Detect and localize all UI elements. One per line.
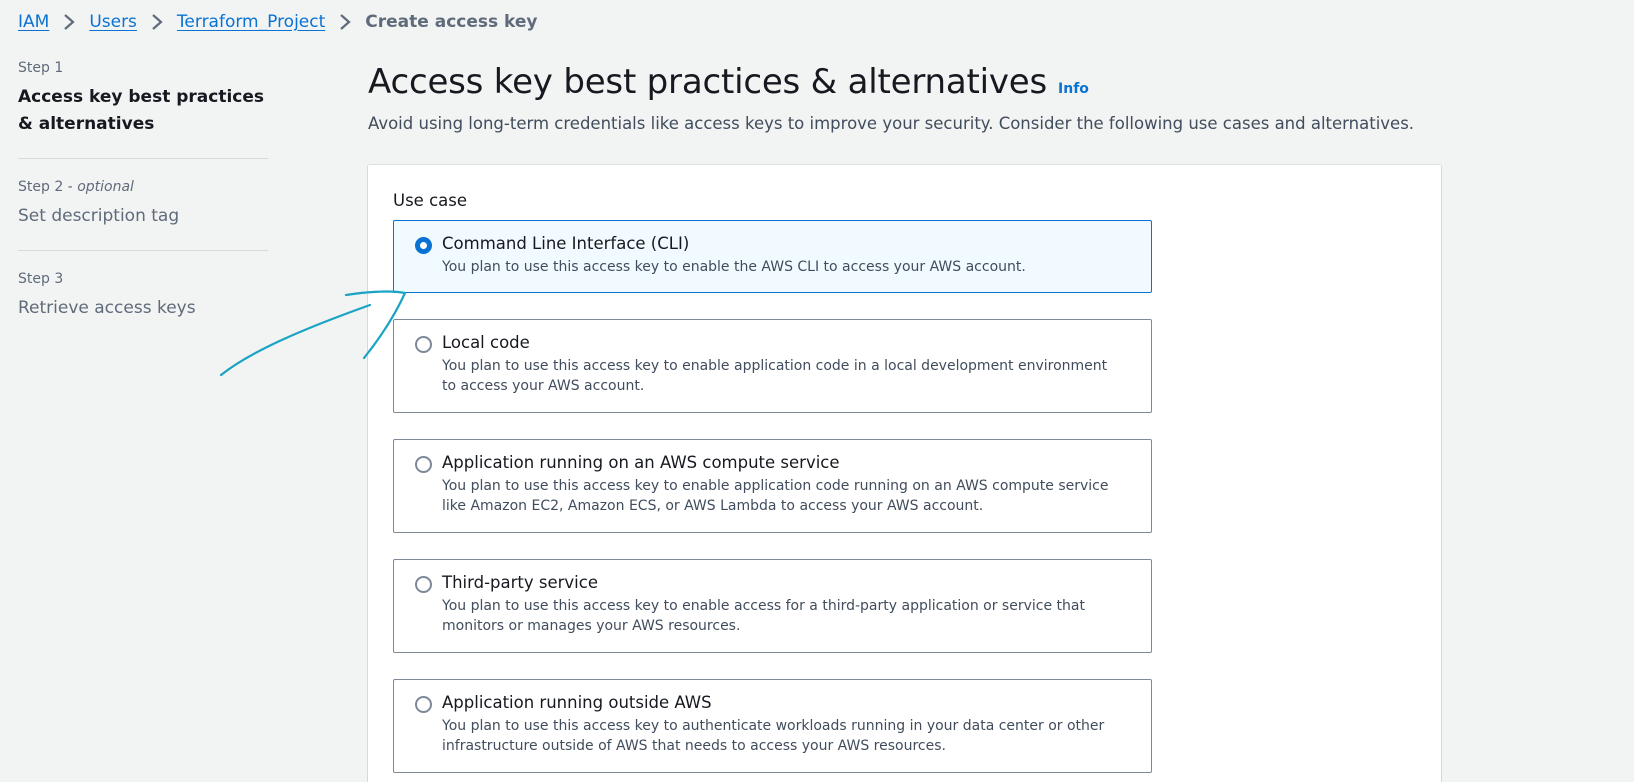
wizard-step-2[interactable]: Step 2 - optional Set description tag [18,179,268,251]
step-number: Step 2 - optional [18,179,134,195]
use-case-option-third-party[interactable]: Third-party service You plan to use this… [393,559,1152,653]
info-link[interactable]: Info [1058,81,1089,97]
step-number: Step 3 [18,271,64,287]
option-description: You plan to use this access key to enabl… [442,259,1026,275]
use-case-container: Use case Command Line Interface (CLI) Yo… [368,165,1441,782]
breadcrumb: IAM Users Terraform_Project Create acces… [18,10,538,34]
breadcrumb-users-link[interactable]: Users [89,12,137,32]
radio-button[interactable] [415,576,432,593]
option-label: Local code [442,333,530,352]
option-label: Application running outside AWS [442,693,712,712]
step-title: Access key best practices & alternatives [18,87,265,134]
option-label: Third-party service [442,573,598,592]
radio-button-selected[interactable] [415,237,432,254]
option-label: Application running on an AWS compute se… [442,453,840,472]
page-title: Access key best practices & alternatives [368,62,1048,102]
radio-button[interactable] [415,696,432,713]
option-description: You plan to use this access key to authe… [442,718,1105,754]
step-title[interactable]: Set description tag [18,203,268,230]
breadcrumb-iam-link[interactable]: IAM [18,12,49,32]
step-number: Step 1 [18,60,64,76]
breadcrumb-current: Create access key [365,12,538,32]
radio-button[interactable] [415,336,432,353]
breadcrumb-user-link[interactable]: Terraform_Project [177,12,325,32]
option-description: You plan to use this access key to enabl… [442,358,1108,394]
chevron-right-icon [137,13,177,31]
page-description: Avoid using long-term credentials like a… [368,114,1415,133]
use-case-option-cli[interactable]: Command Line Interface (CLI) You plan to… [393,220,1152,293]
optional-label: optional [77,179,134,195]
radio-button[interactable] [415,456,432,473]
chevron-right-icon [325,13,365,31]
use-case-label: Use case [393,191,468,210]
wizard-steps: Step 1 Access key best practices & alter… [18,60,268,362]
step-title[interactable]: Retrieve access keys [18,295,268,322]
use-case-option-outside-aws[interactable]: Application running outside AWS You plan… [393,679,1152,773]
use-case-option-aws-compute[interactable]: Application running on an AWS compute se… [393,439,1152,533]
create-access-key-page: IAM Users Terraform_Project Create acces… [0,0,1634,782]
page-header: Access key best practices & alternatives… [368,62,1518,133]
wizard-step-3[interactable]: Step 3 Retrieve access keys [18,271,268,342]
chevron-right-icon [49,13,89,31]
option-description: You plan to use this access key to enabl… [442,598,1085,634]
use-case-option-local-code[interactable]: Local code You plan to use this access k… [393,319,1152,413]
option-label: Command Line Interface (CLI) [442,234,690,253]
option-description: You plan to use this access key to enabl… [442,478,1109,514]
wizard-step-1: Step 1 Access key best practices & alter… [18,60,268,159]
